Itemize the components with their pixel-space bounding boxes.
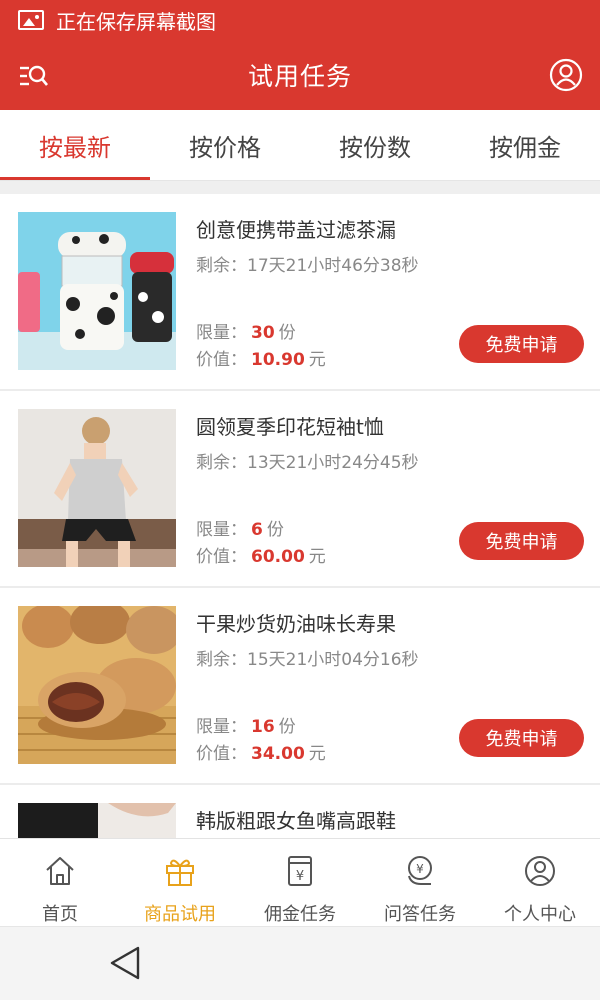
gift-icon: [163, 854, 197, 892]
app-root: 正在保存屏幕截图 试用任务 按最新 按价格 按份数 按佣金 创意便携带盖过滤茶漏…: [0, 0, 600, 1000]
value-line: 价值： 10.90 元: [196, 345, 326, 370]
time-remaining: 剩余：15天21小时04分16秒: [196, 650, 419, 670]
value-unit: 元: [308, 744, 326, 764]
nav-label: 首页: [42, 904, 78, 925]
time-remaining: 剩余：13天21小时24分45秒: [196, 453, 419, 473]
status-text: 正在保存屏幕截图: [56, 9, 216, 34]
quota-value: 16: [251, 717, 275, 737]
nav-qa-tasks[interactable]: ¥ 问答任务: [360, 839, 480, 926]
product-image: [18, 803, 176, 838]
quota-unit: 份: [278, 323, 296, 343]
tab-newest[interactable]: 按最新: [0, 110, 150, 180]
price-value: 34.00: [251, 744, 305, 764]
product-name[interactable]: 创意便携带盖过滤茶漏: [196, 214, 396, 243]
value-unit: 元: [308, 350, 326, 370]
quota-line: 限量： 30 份: [196, 318, 296, 343]
product-name[interactable]: 干果炒货奶油味长寿果: [196, 608, 396, 637]
app-header: 试用任务: [0, 40, 600, 110]
yen-chat-icon: ¥: [403, 854, 437, 892]
product-image: [18, 606, 176, 764]
product-image: [18, 212, 176, 370]
quota-unit: 份: [266, 520, 284, 540]
apply-free-button[interactable]: 免费申请: [459, 719, 584, 757]
value-line: 价值： 60.00 元: [196, 542, 326, 567]
product-name[interactable]: 韩版粗跟女鱼嘴高跟鞋: [196, 805, 396, 834]
time-remaining: 剩余：17天21小时46分38秒: [196, 256, 419, 276]
product-name[interactable]: 圆领夏季印花短袖t恤: [196, 411, 384, 440]
quota-value: 30: [251, 323, 275, 343]
nav-label: 商品试用: [144, 904, 216, 925]
nav-product-trial[interactable]: 商品试用: [120, 839, 240, 926]
list-item[interactable]: 干果炒货奶油味长寿果 剩余：15天21小时04分16秒 限量： 16 份 价值： 34…: [0, 588, 600, 785]
tab-commission[interactable]: 按佣金: [450, 110, 600, 180]
price-value: 10.90: [251, 350, 305, 370]
system-nav-bar: [0, 926, 600, 1000]
price-value: 60.00: [251, 547, 305, 567]
nav-label: 个人中心: [504, 904, 576, 925]
nav-commission-tasks[interactable]: ¥ 佣金任务: [240, 839, 360, 926]
trial-task-list[interactable]: 创意便携带盖过滤茶漏 剩余：17天21小时46分38秒 限量： 30 份 价值： 10…: [0, 194, 600, 838]
quota-value: 6: [251, 520, 263, 540]
quota-line: 限量： 16 份: [196, 712, 296, 737]
status-bar: 正在保存屏幕截图: [0, 0, 600, 40]
divider: [0, 180, 600, 194]
value-label: 价值：: [196, 744, 247, 764]
nav-profile[interactable]: 个人中心: [480, 839, 600, 926]
quota-label: 限量：: [196, 323, 247, 343]
sort-tabs: 按最新 按价格 按份数 按佣金: [0, 110, 600, 180]
value-line: 价值： 34.00 元: [196, 739, 326, 764]
home-icon: [43, 854, 77, 892]
yen-box-icon: ¥: [283, 854, 317, 892]
bottom-nav: 首页 商品试用 ¥ 佣金任务 ¥ 问答任务 个人中心: [0, 838, 600, 926]
value-unit: 元: [308, 547, 326, 567]
quota-line: 限量： 6 份: [196, 515, 284, 540]
apply-free-button[interactable]: 免费申请: [459, 522, 584, 560]
list-item[interactable]: 韩版粗跟女鱼嘴高跟鞋: [0, 785, 600, 838]
svg-text:¥: ¥: [296, 869, 304, 884]
svg-text:¥: ¥: [416, 862, 424, 876]
person-icon: [523, 854, 557, 892]
quota-label: 限量：: [196, 717, 247, 737]
user-icon[interactable]: [549, 58, 583, 92]
value-label: 价值：: [196, 350, 247, 370]
value-label: 价值：: [196, 547, 247, 567]
back-triangle-icon[interactable]: [108, 945, 142, 981]
product-image: [18, 409, 176, 567]
list-item[interactable]: 创意便携带盖过滤茶漏 剩余：17天21小时46分38秒 限量： 30 份 价值： 10…: [0, 194, 600, 391]
list-item[interactable]: 圆领夏季印花短袖t恤 剩余：13天21小时24分45秒 限量： 6 份 价值： 60.…: [0, 391, 600, 588]
nav-label: 佣金任务: [264, 904, 336, 925]
tab-quantity[interactable]: 按份数: [300, 110, 450, 180]
quota-unit: 份: [278, 717, 296, 737]
tab-price[interactable]: 按价格: [150, 110, 300, 180]
nav-label: 问答任务: [384, 904, 456, 925]
page-title: 试用任务: [247, 62, 352, 91]
quota-label: 限量：: [196, 520, 247, 540]
image-icon: [18, 10, 44, 30]
apply-free-button[interactable]: 免费申请: [459, 325, 584, 363]
nav-home[interactable]: 首页: [0, 839, 120, 926]
search-menu-icon[interactable]: [18, 60, 50, 92]
